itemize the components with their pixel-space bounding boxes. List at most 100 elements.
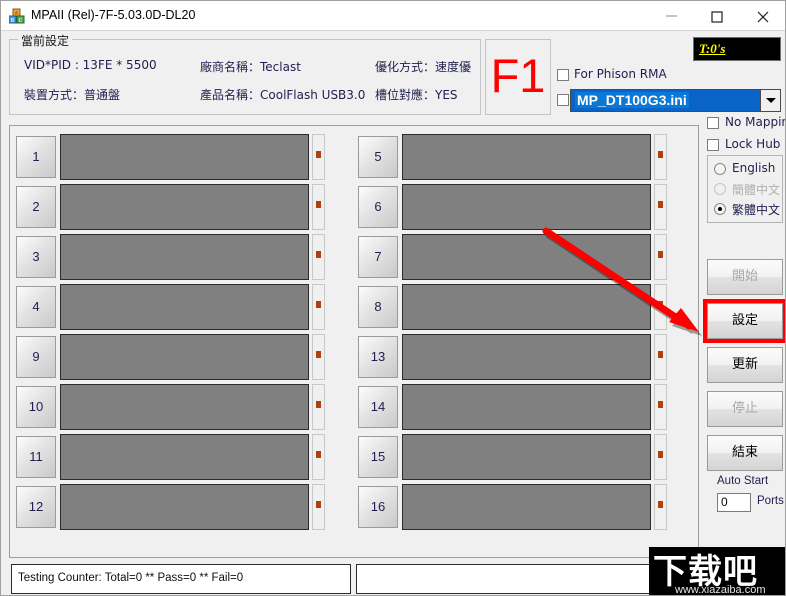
language-label: 繁體中文 (732, 203, 781, 217)
slot-number[interactable]: 1 (16, 136, 56, 178)
slot-scrollbar[interactable] (312, 134, 325, 180)
slot-status-bar (402, 284, 651, 330)
exit-button[interactable]: 結束 (707, 435, 783, 471)
maximize-button[interactable] (695, 1, 741, 30)
slot-number[interactable]: 9 (16, 336, 56, 378)
slot-status-bar (402, 134, 651, 180)
slot-status-bar (402, 384, 651, 430)
current-settings-group: 當前設定 VID*PID : 13FE * 5500 廠商名稱：Teclast … (9, 32, 481, 115)
radio-icon (714, 183, 726, 195)
slot-scrollbar[interactable] (654, 484, 667, 530)
stop-button: 停止 (707, 391, 783, 427)
slot-status-bar (60, 384, 309, 430)
language-label: English (732, 161, 776, 175)
ini-enable-checkbox[interactable] (557, 94, 569, 106)
right-sidebar: No Mapping Lock Hub English 簡體中文 繁體中文 開始… (703, 67, 785, 537)
slot-status-bar (402, 234, 651, 280)
slot-scrollbar[interactable] (312, 484, 325, 530)
slot-number[interactable]: 7 (358, 236, 398, 278)
slot-scrollbar[interactable] (654, 234, 667, 280)
slot-scrollbar[interactable] (654, 434, 667, 480)
slot-scrollbar[interactable] (654, 384, 667, 430)
slot-status-bar (60, 234, 309, 280)
f1-indicator-box: F1 (485, 39, 551, 115)
update-button[interactable]: 更新 (707, 347, 783, 383)
slot-scrollbar[interactable] (312, 434, 325, 480)
slot-scrollbar[interactable] (654, 334, 667, 380)
slot-scrollbar[interactable] (654, 184, 667, 230)
f1-label: F1 (490, 49, 546, 102)
auto-start-ports-input[interactable]: 0 (717, 493, 751, 512)
slot-scrollbar[interactable] (312, 234, 325, 280)
watermark-url: www.xiazaiba.com (675, 584, 766, 596)
svg-text:B: B (11, 18, 15, 24)
testing-counter-panel: Testing Counter: Total=0 ** Pass=0 ** Fa… (11, 564, 351, 594)
slot-number[interactable]: 3 (16, 236, 56, 278)
slot-status-bar (60, 284, 309, 330)
slot-status-bar (402, 334, 651, 380)
slot-number[interactable]: 2 (16, 186, 56, 228)
slot-status-bar (60, 434, 309, 480)
slot-number[interactable]: 13 (358, 336, 398, 378)
timer-badge-text: T:0's (699, 41, 726, 56)
no-mapping-label: No Mapping (725, 115, 785, 129)
slot-number[interactable]: 8 (358, 286, 398, 328)
language-label: 簡體中文 (732, 183, 781, 197)
settings-button[interactable]: 設定 (703, 299, 785, 343)
slot-status-bar (60, 334, 309, 380)
slot-number[interactable]: 5 (358, 136, 398, 178)
secondary-status-panel (356, 564, 696, 594)
slot-status-bar (402, 434, 651, 480)
slot-status-bar (60, 484, 309, 530)
slot-number[interactable]: 10 (16, 386, 56, 428)
lock-hub-checkbox[interactable] (707, 139, 719, 151)
lock-hub-label: Lock Hub (725, 137, 781, 151)
slot-scrollbar[interactable] (312, 184, 325, 230)
minimize-icon (666, 15, 677, 17)
timer-badge: T:0's (693, 37, 781, 61)
slot-status-bar (60, 184, 309, 230)
info-device-mode: 裝置方式：普通盤 (24, 88, 121, 102)
slot-scrollbar[interactable] (312, 334, 325, 380)
slot-status-bar (60, 134, 309, 180)
info-optimize-mode: 優化方式：速度優 (375, 60, 472, 74)
minimize-button[interactable] (649, 1, 695, 30)
slot-scrollbar[interactable] (312, 284, 325, 330)
info-slot-mapping: 槽位對應：YES (375, 88, 458, 102)
slot-scrollbar[interactable] (654, 134, 667, 180)
language-radio-group: English 簡體中文 繁體中文 (707, 155, 783, 223)
slot-status-bar (402, 184, 651, 230)
abc-blocks-icon: A B C (8, 8, 25, 24)
no-mapping-checkbox[interactable] (707, 117, 719, 129)
info-product-name: 產品名稱：CoolFlash USB3.0 (200, 88, 366, 102)
current-settings-legend: 當前設定 (18, 32, 73, 49)
slot-status-bar (402, 484, 651, 530)
close-button[interactable] (741, 1, 785, 30)
slot-scrollbar[interactable] (654, 284, 667, 330)
slot-number[interactable]: 12 (16, 486, 56, 528)
site-watermark: 下载吧 www.xiazaiba.com (649, 547, 785, 596)
slot-number[interactable]: 14 (358, 386, 398, 428)
radio-icon-selected[interactable] (714, 203, 726, 215)
ini-file-selected-value: MP_DT100G3.ini (575, 92, 689, 108)
maximize-icon (711, 11, 723, 23)
start-button: 開始 (707, 259, 783, 295)
testing-counter-text: Testing Counter: Total=0 ** Pass=0 ** Fa… (18, 572, 244, 584)
slot-number[interactable]: 4 (16, 286, 56, 328)
info-vid-pid: VID*PID : 13FE * 5500 (24, 58, 157, 72)
slot-scrollbar[interactable] (312, 384, 325, 430)
slot-number[interactable]: 16 (358, 486, 398, 528)
slot-number[interactable]: 15 (358, 436, 398, 478)
info-vendor-name: 廠商名稱：Teclast (200, 60, 301, 74)
radio-icon[interactable] (714, 163, 726, 175)
ports-unit-label: Ports (757, 495, 784, 507)
svg-text:C: C (19, 18, 23, 24)
mpall-application-window: A B C MPAII (Rel)-7F-5.03.0D-DL20 當前設定 V… (0, 0, 786, 596)
slot-number[interactable]: 11 (16, 436, 56, 478)
for-phison-rma-checkbox[interactable] (557, 69, 569, 81)
slot-grid-panel: 1 2 3 4 9 10 11 12 5 6 7 8 13 14 15 16 (9, 125, 699, 558)
slot-number[interactable]: 6 (358, 186, 398, 228)
auto-start-label: Auto Start (717, 475, 769, 487)
close-icon (757, 11, 769, 23)
title-bar: A B C MPAII (Rel)-7F-5.03.0D-DL20 (1, 1, 785, 31)
